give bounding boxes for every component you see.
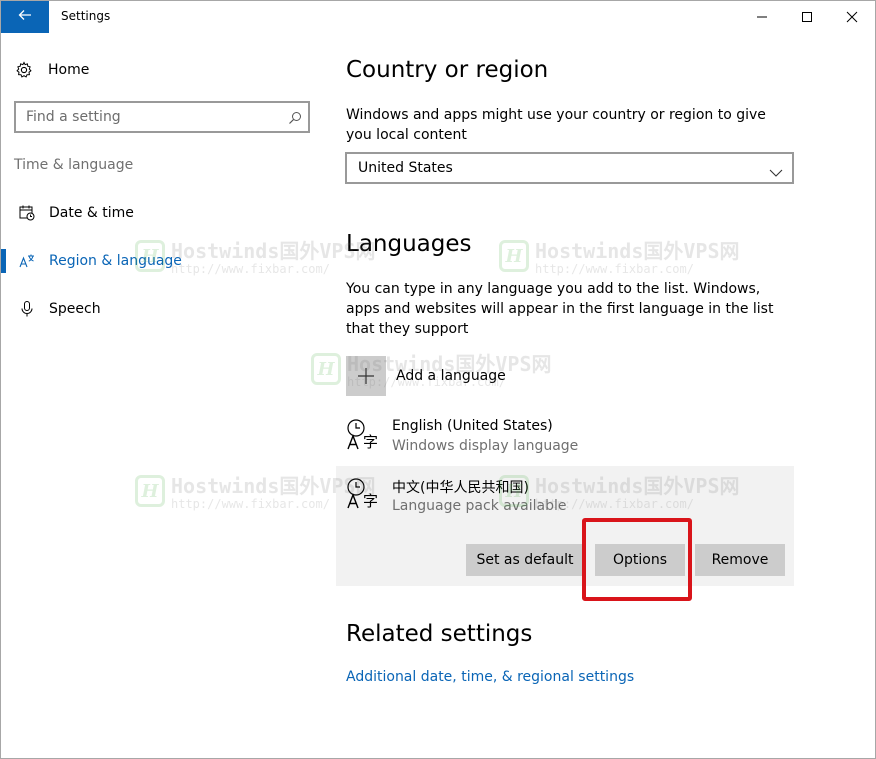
languages-heading: Languages — [346, 231, 472, 257]
country-selected-value: United States — [358, 160, 453, 176]
set-as-default-button[interactable]: Set as default — [466, 544, 584, 576]
search-box[interactable] — [14, 101, 310, 133]
search-input[interactable] — [16, 103, 286, 131]
svg-text:字: 字 — [363, 492, 378, 510]
language-status: Windows display language — [392, 438, 579, 454]
sidebar-item-label: Date & time — [49, 205, 134, 221]
additional-regional-settings-link[interactable]: Additional date, time, & regional settin… — [346, 669, 634, 685]
language-icon — [18, 252, 36, 270]
back-button[interactable] — [1, 1, 49, 33]
related-settings-heading: Related settings — [346, 621, 533, 647]
language-list-item[interactable]: 字 English (United States) Windows displa… — [345, 413, 793, 459]
sidebar: Home Time & language Date & time Region … — [1, 33, 321, 758]
plus-icon — [346, 356, 386, 396]
add-language-label: Add a language — [396, 368, 506, 384]
close-button[interactable] — [829, 1, 875, 33]
sidebar-item-region-language[interactable]: Region & language — [1, 241, 321, 281]
main-content: Country or region Windows and apps might… — [336, 33, 865, 758]
language-status: Language pack available — [392, 498, 567, 514]
window-title: Settings — [61, 9, 111, 23]
gear-icon — [15, 61, 33, 79]
language-list-item-selected[interactable]: 字 中文(中华人民共和国) Language pack available Se… — [336, 466, 794, 586]
language-pack-icon: 字 — [345, 417, 381, 453]
maximize-icon — [801, 8, 813, 27]
microphone-icon — [18, 300, 36, 318]
sidebar-item-label: Speech — [49, 301, 101, 317]
minimize-button[interactable] — [739, 1, 785, 33]
section-label: Time & language — [14, 157, 134, 173]
language-name: English (United States) — [392, 418, 553, 434]
home-label: Home — [48, 62, 90, 78]
sidebar-item-label: Region & language — [49, 253, 182, 269]
close-icon — [846, 8, 858, 27]
svg-text:字: 字 — [363, 433, 378, 451]
calendar-clock-icon — [18, 204, 36, 222]
country-heading: Country or region — [346, 57, 549, 83]
sidebar-item-speech[interactable]: Speech — [1, 289, 321, 329]
title-bar: Settings — [1, 1, 875, 33]
settings-window: Settings Home Time & language — [0, 0, 876, 759]
country-description: Windows and apps might use your country … — [346, 107, 766, 143]
highlight-annotation — [582, 518, 692, 601]
back-arrow-icon — [17, 7, 33, 27]
search-icon[interactable] — [288, 110, 302, 124]
sidebar-item-home[interactable]: Home — [15, 60, 89, 80]
country-dropdown[interactable]: United States — [345, 152, 794, 184]
minimize-icon — [756, 8, 768, 27]
remove-button[interactable]: Remove — [695, 544, 785, 576]
languages-description: You can type in any language you add to … — [346, 281, 774, 337]
maximize-button[interactable] — [784, 1, 830, 33]
chevron-down-icon — [769, 163, 783, 177]
language-pack-icon: 字 — [345, 476, 381, 512]
add-language-button[interactable]: Add a language — [346, 356, 506, 396]
language-name: 中文(中华人民共和国) — [392, 480, 529, 496]
sidebar-item-date-time[interactable]: Date & time — [1, 193, 321, 233]
